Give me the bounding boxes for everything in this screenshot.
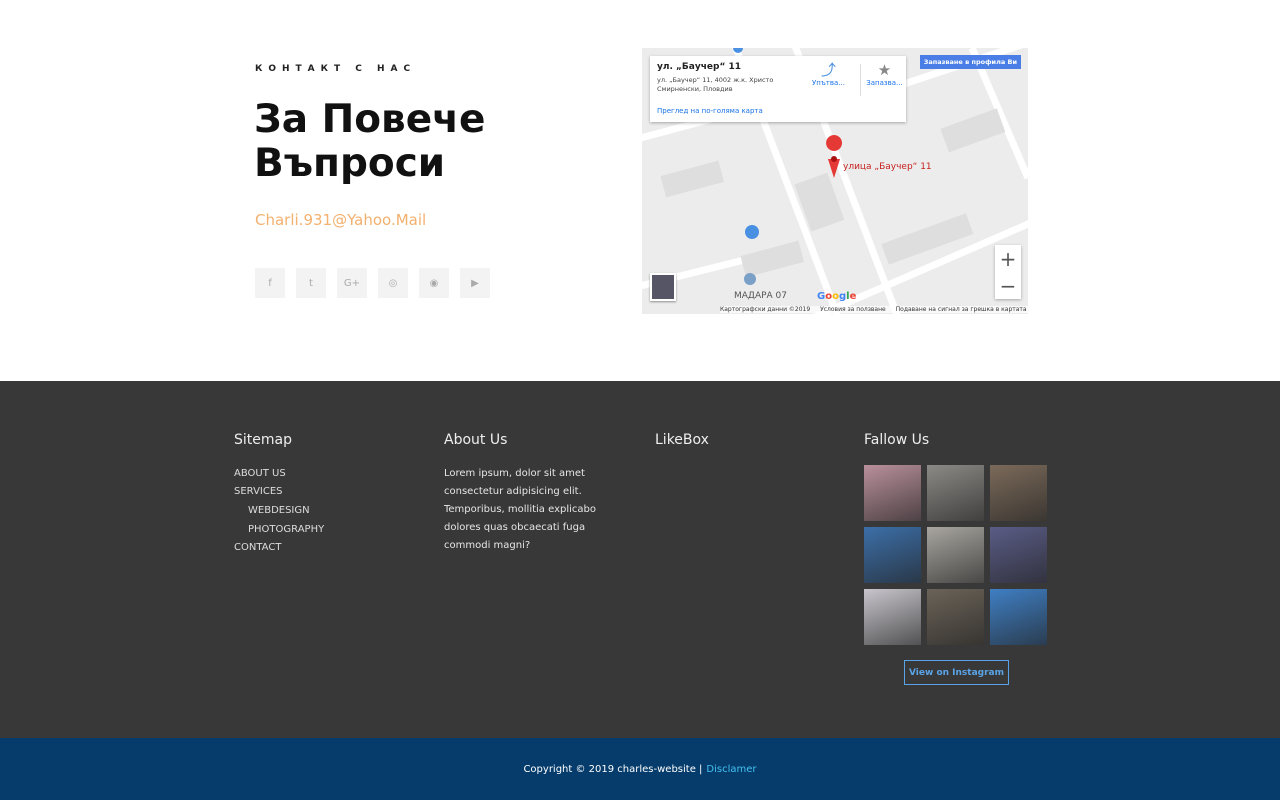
embedded-map[interactable]: ул. „Баучер“ 11 ул. „Баучер“ 11, 4002 ж.… (642, 48, 1028, 314)
map-attribution: Картографски данни ©2019 Условия за полз… (720, 306, 1028, 313)
sitemap-title: Sitemap (234, 432, 292, 448)
instagram-photo[interactable] (990, 527, 1047, 583)
copyright-bar: Copyright © 2019 charles-website | Discl… (0, 738, 1280, 800)
google-logo: Google (817, 291, 857, 302)
place-card: ул. „Баучер“ 11 ул. „Баучер“ 11, 4002 ж.… (650, 56, 906, 122)
instagram-photo[interactable] (864, 465, 921, 521)
section-eyebrow: КОНТАКТ С НАС (255, 64, 417, 74)
instagram-photo[interactable] (864, 589, 921, 645)
page-title: За Повече Въпроси (254, 97, 486, 186)
dribbble-icon: ◉ (429, 277, 439, 289)
directions-label: Упътва... (812, 79, 845, 87)
contact-section: КОНТАКТ С НАС За Повече Въпроси Charli.9… (0, 0, 1280, 381)
likebox-column: LikeBox (655, 432, 709, 465)
directions-button[interactable]: ⤴ Упътва... (806, 61, 851, 87)
instagram-icon: ◎ (388, 277, 398, 289)
youtube-icon: ▶ (471, 277, 479, 289)
zoom-in-button[interactable]: + (995, 245, 1021, 272)
instagram-photo[interactable] (927, 527, 984, 583)
save-to-profile-button[interactable]: Запазване в профила Ви (919, 55, 1021, 69)
follow-title: Fallow Us (864, 432, 930, 448)
sitemap-link-contact[interactable]: CONTACT (234, 539, 324, 557)
zoom-control: + − (995, 245, 1021, 299)
about-text: Lorem ipsum, dolor sit amet consectetur … (444, 468, 597, 551)
instagram-photo[interactable] (864, 527, 921, 583)
zoom-out-button[interactable]: − (995, 272, 1021, 299)
terms-link[interactable]: Условия за ползване (820, 306, 886, 313)
likebox-title: LikeBox (655, 432, 709, 448)
map-data-text: Картографски данни ©2019 (720, 306, 811, 313)
facebook-icon: f (268, 277, 272, 289)
site-footer: Sitemap ABOUT US SERVICES WEBDESIGN PHOT… (0, 381, 1280, 738)
view-on-instagram-button[interactable]: View on Instagram (904, 660, 1009, 685)
star-icon: ★ (877, 61, 892, 79)
instagram-button[interactable]: ◎ (378, 268, 408, 298)
instagram-grid (864, 465, 1047, 645)
social-links: f t G+ ◎ ◉ ▶ (255, 268, 490, 298)
card-divider (860, 64, 861, 96)
twitter-icon: t (309, 277, 313, 289)
save-place-label: Запазва... (866, 79, 903, 87)
email-link[interactable]: Charli.931@Yahoo.Mail (255, 211, 426, 229)
youtube-button[interactable]: ▶ (460, 268, 490, 298)
map-pin-label: улица „Баучер“ 11 (843, 162, 932, 172)
instagram-photo[interactable] (927, 465, 984, 521)
larger-map-link[interactable]: Преглед на по-голяма карта (657, 107, 763, 115)
satellite-toggle[interactable] (650, 273, 676, 301)
twitter-button[interactable]: t (296, 268, 326, 298)
sitemap-column: Sitemap ABOUT US SERVICES WEBDESIGN PHOT… (234, 432, 324, 557)
place-address: ул. „Баучер“ 11, 4002 ж.к. Христо Смирне… (657, 76, 774, 93)
facebook-button[interactable]: f (255, 268, 285, 298)
poi-label: МАДАРА 07 (734, 291, 788, 301)
report-error-link[interactable]: Подаване на сигнал за грешка в картата (896, 306, 1027, 313)
dribbble-button[interactable]: ◉ (419, 268, 449, 298)
sitemap-link-services[interactable]: SERVICES (234, 483, 324, 501)
save-place-button[interactable]: ★ Запазва... (862, 61, 907, 87)
sitemap-link-photography[interactable]: PHOTOGRAPHY (234, 521, 324, 539)
disclaimer-link[interactable]: Disclamer (706, 764, 756, 775)
copyright-text: Copyright © 2019 charles-website | (523, 763, 703, 775)
follow-column: Fallow Us (864, 432, 1047, 645)
directions-icon: ⤴ (820, 61, 836, 79)
sitemap-list: ABOUT US SERVICES WEBDESIGN PHOTOGRAPHY … (234, 465, 324, 557)
google-plus-button[interactable]: G+ (337, 268, 367, 298)
sitemap-link-about[interactable]: ABOUT US (234, 465, 324, 483)
about-column: About Us Lorem ipsum, dolor sit amet con… (444, 432, 629, 555)
place-title: ул. „Баучер“ 11 (657, 62, 742, 72)
instagram-photo[interactable] (990, 465, 1047, 521)
instagram-photo[interactable] (990, 589, 1047, 645)
sitemap-link-webdesign[interactable]: WEBDESIGN (234, 502, 324, 520)
instagram-photo[interactable] (927, 589, 984, 645)
google-plus-icon: G+ (343, 277, 361, 289)
about-title: About Us (444, 432, 508, 448)
